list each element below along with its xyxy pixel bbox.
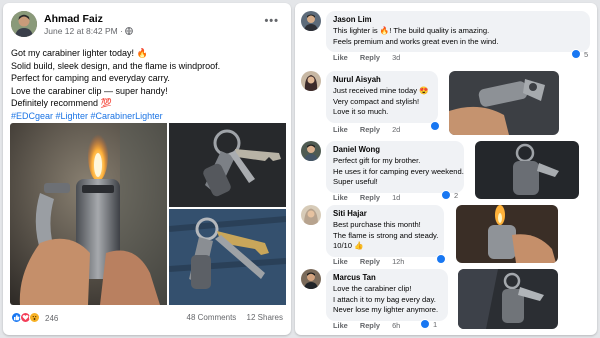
comment-marcus-tan: Marcus Tan Love the carabiner clip! I at… — [301, 269, 593, 331]
like-reaction-icon — [571, 49, 581, 59]
commenter-name[interactable]: Nurul Aisyah — [333, 75, 431, 85]
globe-icon — [125, 26, 134, 36]
comment-image[interactable] — [458, 269, 558, 329]
comment-line: Just received mine today 😍 — [333, 86, 429, 96]
commenter-name[interactable]: Jason Lim — [333, 15, 583, 25]
post-footer: 246 48 Comments 12 Shares — [11, 311, 283, 325]
comment-line: Perfect gift for my brother. — [333, 156, 421, 166]
comment-bubble: Jason Lim This lighter is 🔥! The build q… — [326, 11, 590, 53]
comment-line: He uses it for camping every weekend. — [333, 166, 464, 176]
comment-jason-lim: Jason Lim This lighter is 🔥! The build q… — [301, 11, 593, 63]
post-image-jeans[interactable] — [169, 209, 286, 305]
commenter-name[interactable]: Siti Hajar — [333, 209, 437, 219]
post-card: Ahmad Faiz June 12 at 8:42 PM · ••• Got … — [3, 3, 291, 335]
comment-siti-hajar: Siti Hajar Best purchase this month! The… — [301, 205, 593, 266]
post-line: Perfect for camping and everyday carry. — [11, 73, 170, 84]
post-line: Got my carabiner lighter today! 🔥 — [11, 48, 148, 58]
comment-actions: Like Reply 3d — [333, 53, 410, 62]
comment-time[interactable]: 3d — [392, 53, 400, 62]
like-button[interactable]: Like — [333, 193, 348, 202]
commenter-name[interactable]: Daniel Wong — [333, 145, 457, 155]
like-button[interactable]: Like — [333, 257, 348, 266]
author-avatar[interactable] — [11, 11, 37, 37]
commenter-avatar[interactable] — [301, 11, 321, 31]
like-reaction-icon — [420, 319, 430, 329]
like-button[interactable]: Like — [333, 321, 348, 330]
post-line: Definitely recommend 💯 — [11, 98, 112, 109]
comment-reaction-count[interactable]: 1 — [433, 320, 437, 329]
post-line: Love the carabiner clip — super handy! — [11, 85, 168, 96]
comment-time[interactable]: 12h — [392, 257, 404, 266]
shares-count[interactable]: 12 Shares — [247, 313, 283, 322]
post-image-keys[interactable] — [169, 123, 286, 207]
comment-daniel-wong: Daniel Wong Perfect gift for my brother.… — [301, 141, 593, 202]
post-line: Solid build, sleek design, and the flame… — [11, 60, 221, 71]
comment-line: Very compact and stylish! — [333, 96, 420, 106]
reply-button[interactable]: Reply — [360, 125, 380, 134]
like-reaction-icon — [430, 121, 440, 131]
comment-reaction-count[interactable]: 5 — [584, 50, 588, 59]
commenter-avatar[interactable] — [301, 205, 321, 225]
comment-line: Love it so much. — [333, 107, 389, 117]
comment-nurul-aisyah: Nurul Aisyah Just received mine today 😍 … — [301, 71, 593, 135]
comment-line: Love the carabiner clip! — [333, 284, 412, 294]
commenter-name[interactable]: Marcus Tan — [333, 273, 441, 283]
like-reaction-icon — [441, 190, 451, 200]
wow-reaction-icon — [29, 312, 40, 323]
like-button[interactable]: Like — [333, 125, 348, 134]
comment-image[interactable] — [475, 141, 579, 199]
reply-button[interactable]: Reply — [360, 321, 380, 330]
reaction-count: 246 — [45, 314, 59, 323]
comments-count[interactable]: 48 Comments — [187, 313, 237, 322]
comment-time[interactable]: 6h — [392, 321, 400, 330]
comment-time[interactable]: 2d — [392, 125, 400, 134]
comment-line: 10/10 👍 — [333, 241, 364, 251]
comment-bubble: Marcus Tan Love the carabiner clip! I at… — [326, 269, 448, 321]
comment-actions: Like Reply 1d — [333, 193, 410, 202]
post-meta: June 12 at 8:42 PM · — [44, 26, 134, 36]
comment-bubble: Nurul Aisyah Just received mine today 😍 … — [326, 71, 438, 123]
like-button[interactable]: Like — [333, 53, 348, 62]
comment-image[interactable] — [449, 71, 559, 135]
comments-panel: Jason Lim This lighter is 🔥! The build q… — [295, 3, 597, 335]
post-text: Got my carabiner lighter today! 🔥 Solid … — [11, 47, 283, 123]
post-stats: 48 Comments 12 Shares — [179, 313, 284, 322]
comment-actions: Like Reply 6h — [333, 321, 410, 330]
reply-button[interactable]: Reply — [360, 193, 380, 202]
comment-reaction-count[interactable]: 2 — [454, 191, 458, 200]
comment-line: Best purchase this month! — [333, 220, 421, 230]
post-header: Ahmad Faiz June 12 at 8:42 PM · ••• — [11, 11, 283, 41]
comment-line: Never lose my lighter anymore. — [333, 305, 439, 315]
reply-button[interactable]: Reply — [360, 53, 380, 62]
comment-line: Feels premium and works great even in th… — [333, 36, 499, 46]
comment-bubble: Siti Hajar Best purchase this month! The… — [326, 205, 444, 257]
comment-bubble: Daniel Wong Perfect gift for my brother.… — [326, 141, 464, 193]
commenter-avatar[interactable] — [301, 141, 321, 161]
comment-line: Super useful! — [333, 177, 378, 187]
author-name[interactable]: Ahmad Faiz — [44, 13, 103, 25]
comment-time[interactable]: 1d — [392, 193, 400, 202]
comment-line: The flame is strong and steady. — [333, 230, 439, 240]
commenter-avatar[interactable] — [301, 269, 321, 289]
like-reaction-icon — [436, 254, 446, 264]
reply-button[interactable]: Reply — [360, 257, 380, 266]
more-options-icon[interactable]: ••• — [264, 15, 279, 27]
meta-separator: · — [120, 26, 123, 36]
comment-actions: Like Reply 2d — [333, 125, 410, 134]
comment-actions: Like Reply 12h — [333, 257, 414, 266]
post-date[interactable]: June 12 at 8:42 PM — [44, 26, 118, 36]
comment-image[interactable] — [456, 205, 558, 263]
commenter-avatar[interactable] — [301, 71, 321, 91]
post-image-main[interactable] — [10, 123, 167, 305]
comment-line: I attach it to my bag every day. — [333, 294, 436, 304]
hashtags[interactable]: #EDCgear #Lighter #CarabinerLighter — [11, 110, 283, 123]
comment-line: This lighter is 🔥! The build quality is … — [333, 26, 490, 36]
